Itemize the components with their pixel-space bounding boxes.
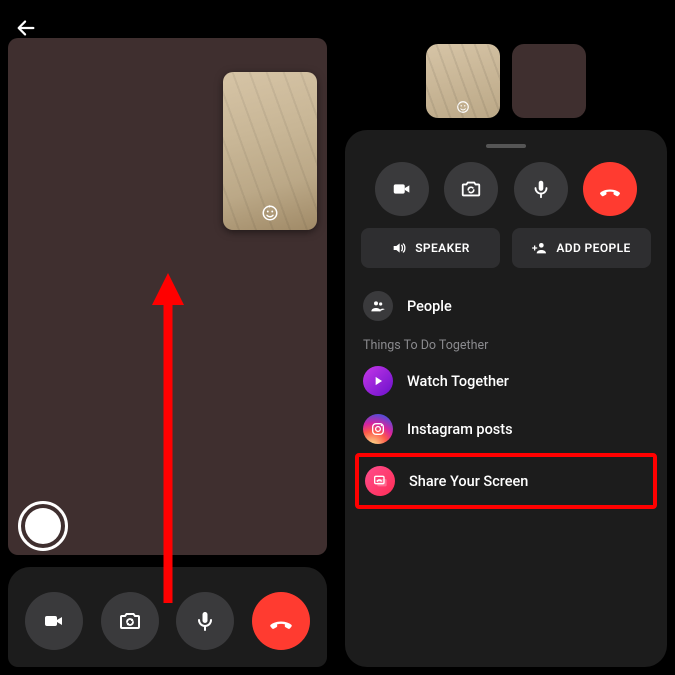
call-control-bar — [8, 567, 327, 667]
video-icon — [42, 609, 66, 633]
microphone-icon — [530, 178, 552, 200]
hangup-icon — [268, 608, 294, 634]
effects-icon[interactable] — [261, 204, 279, 222]
hangup-icon — [598, 177, 622, 201]
call-control-row — [357, 158, 655, 228]
instagram-icon — [363, 414, 393, 444]
speaker-button[interactable]: SPEAKER — [361, 228, 500, 268]
mic-toggle-button[interactable] — [514, 162, 568, 216]
back-button[interactable] — [12, 14, 40, 42]
back-arrow-icon — [15, 17, 37, 39]
capture-button[interactable] — [18, 501, 68, 551]
share-screen-icon — [365, 466, 395, 496]
screenshot-right: SPEAKER ADD PEOPLE People Things To Do T… — [337, 0, 675, 675]
participant-thumb-self[interactable] — [426, 44, 500, 118]
people-icon — [363, 291, 393, 321]
switch-camera-button[interactable] — [444, 162, 498, 216]
watch-together-item[interactable]: Watch Together — [357, 357, 655, 405]
switch-camera-button[interactable] — [101, 592, 159, 650]
secondary-control-row: SPEAKER ADD PEOPLE — [357, 228, 655, 282]
video-toggle-button[interactable] — [25, 592, 83, 650]
sheet-grabber[interactable] — [486, 144, 526, 148]
things-together-label: Things To Do Together — [357, 330, 655, 357]
speaker-label: SPEAKER — [415, 241, 470, 255]
share-screen-item[interactable]: Share Your Screen — [359, 457, 653, 505]
camera-switch-icon — [460, 178, 482, 200]
people-label: People — [407, 298, 452, 315]
highlight-annotation: Share Your Screen — [355, 453, 657, 509]
watch-together-icon — [363, 366, 393, 396]
add-people-button[interactable]: ADD PEOPLE — [512, 228, 651, 268]
video-icon — [391, 178, 413, 200]
mic-toggle-button[interactable] — [176, 592, 234, 650]
instagram-posts-label: Instagram posts — [407, 421, 513, 438]
microphone-icon — [193, 609, 217, 633]
people-item[interactable]: People — [357, 282, 655, 330]
instagram-posts-item[interactable]: Instagram posts — [357, 405, 655, 453]
camera-switch-icon — [118, 609, 142, 633]
share-screen-label: Share Your Screen — [409, 473, 528, 490]
watch-together-label: Watch Together — [407, 373, 509, 390]
hangup-button[interactable] — [252, 592, 310, 650]
hangup-button[interactable] — [583, 162, 637, 216]
participant-thumbnails — [337, 44, 675, 118]
speaker-icon — [391, 240, 407, 256]
participant-thumb-remote[interactable] — [512, 44, 586, 118]
call-options-sheet: SPEAKER ADD PEOPLE People Things To Do T… — [345, 130, 667, 667]
screenshot-left — [0, 0, 337, 675]
add-person-icon — [532, 240, 548, 256]
self-video-thumb[interactable] — [223, 72, 317, 230]
effects-icon[interactable] — [456, 100, 470, 114]
video-toggle-button[interactable] — [375, 162, 429, 216]
add-people-label: ADD PEOPLE — [556, 241, 630, 255]
